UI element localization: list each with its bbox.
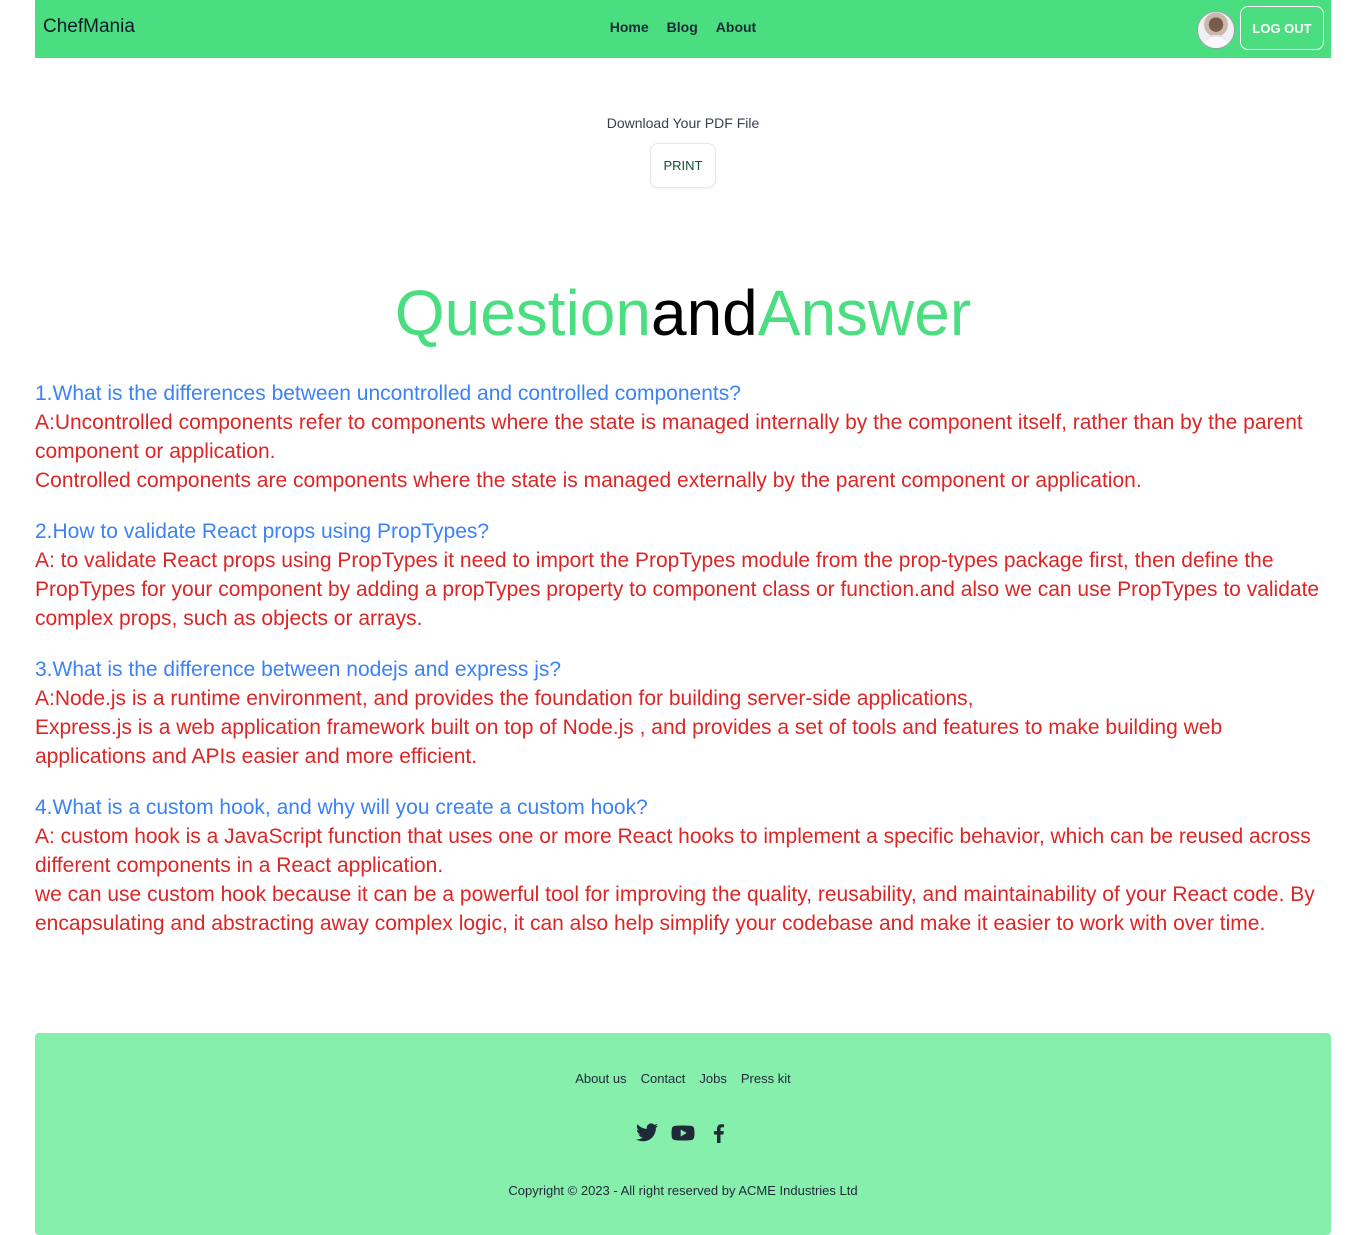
footer-link-contact[interactable]: Contact [641, 1071, 686, 1086]
answer-text: we can use custom hook because it can be… [35, 883, 1315, 935]
title-question: Question [394, 277, 651, 349]
main-nav: Home Blog About [35, 19, 1331, 35]
question-text: 2.How to validate React props using Prop… [35, 520, 490, 543]
nav-home[interactable]: Home [610, 19, 649, 35]
facebook-icon[interactable] [707, 1121, 731, 1145]
title-answer: Answer [757, 277, 972, 349]
logout-button[interactable]: LOG OUT [1240, 6, 1324, 50]
footer-link-jobs[interactable]: Jobs [699, 1071, 726, 1086]
footer: About us Contact Jobs Press kit Copyrigh… [35, 1033, 1331, 1235]
youtube-icon[interactable] [671, 1121, 695, 1145]
page-title: QuestionandAnswer [0, 277, 1366, 349]
qa-item: 2.How to validate React props using Prop… [35, 517, 1331, 633]
user-avatar[interactable] [1197, 11, 1235, 49]
download-label: Download Your PDF File [606, 115, 760, 131]
answer-text: Controlled components are components whe… [35, 469, 1142, 492]
qa-item: 4.What is a custom hook, and why will yo… [35, 793, 1331, 938]
answer-text: A: to validate React props using PropTyp… [35, 549, 1320, 630]
question-text: 3.What is the difference between nodejs … [35, 658, 562, 681]
question-text: 4.What is a custom hook, and why will yo… [35, 796, 648, 819]
answer-text: A:Uncontrolled components refer to compo… [35, 411, 1303, 463]
qa-list: 1.What is the differences between uncont… [35, 379, 1331, 960]
print-button[interactable]: PRINT [650, 143, 716, 188]
nav-about[interactable]: About [716, 19, 756, 35]
footer-links: About us Contact Jobs Press kit [35, 1071, 1331, 1086]
qa-item: 3.What is the difference between nodejs … [35, 655, 1331, 771]
answer-text: A: custom hook is a JavaScript function … [35, 825, 1311, 877]
twitter-icon[interactable] [635, 1121, 659, 1145]
qa-item: 1.What is the differences between uncont… [35, 379, 1331, 495]
footer-link-about-us[interactable]: About us [575, 1071, 626, 1086]
avatar-shirt [1204, 35, 1228, 48]
navbar: ChefMania Home Blog About LOG OUT [35, 0, 1331, 58]
question-text: 1.What is the differences between uncont… [35, 382, 741, 405]
answer-text: Express.js is a web application framewor… [35, 716, 1223, 768]
answer-text: A:Node.js is a runtime environment, and … [35, 687, 974, 710]
nav-blog[interactable]: Blog [667, 19, 698, 35]
title-and: and [650, 277, 758, 349]
copyright-text: Copyright © 2023 - All right reserved by… [508, 1183, 858, 1198]
social-links [35, 1121, 1331, 1145]
footer-link-press-kit[interactable]: Press kit [741, 1071, 791, 1086]
